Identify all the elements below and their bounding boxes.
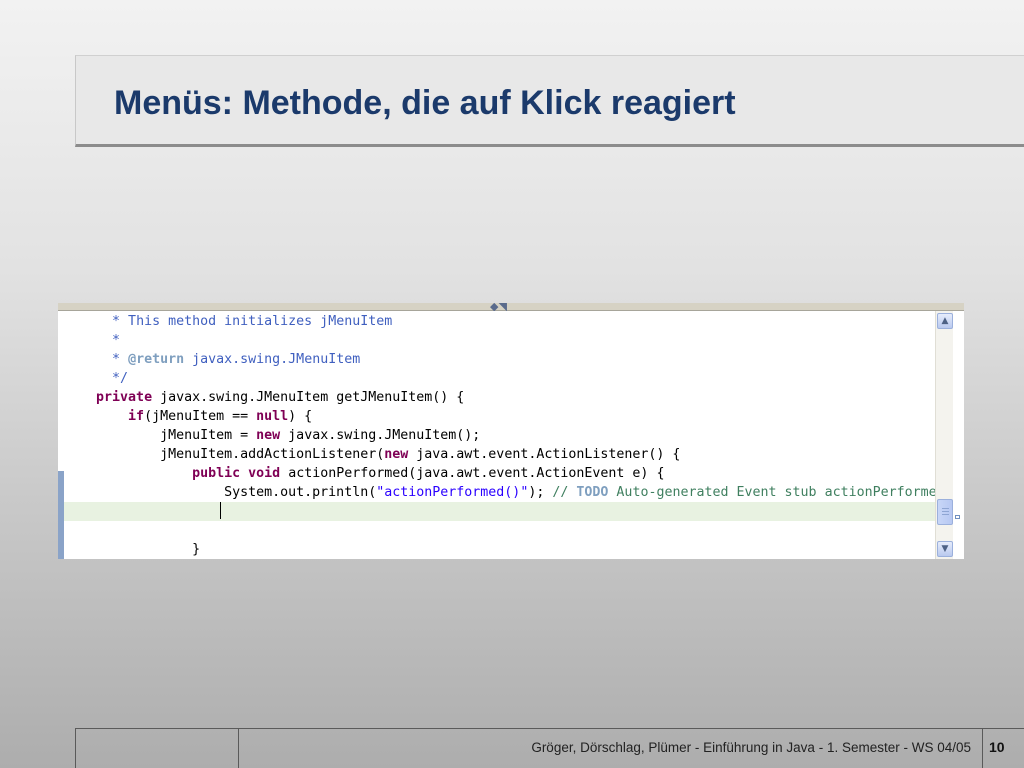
scroll-down-button[interactable]: ▼ bbox=[937, 541, 953, 557]
code-line[interactable]: if(jMenuItem == null) { bbox=[64, 407, 935, 426]
overview-ruler bbox=[953, 311, 964, 559]
code-token: if bbox=[128, 409, 145, 424]
footer-text: Gröger, Dörschlag, Plümer - Einführung i… bbox=[531, 740, 971, 755]
code-line[interactable]: System.out.println("actionPerformed()");… bbox=[64, 483, 935, 502]
code-area[interactable]: } System.out.println("actionPerformed()"… bbox=[64, 311, 935, 559]
code-line[interactable]: */ bbox=[64, 369, 935, 388]
chevron-down-icon: ▼ bbox=[941, 544, 949, 554]
code-token: javax.swing.JMenuItem getJMenuItem() { bbox=[152, 390, 465, 405]
code-token: * bbox=[112, 333, 121, 348]
code-token: java.awt.event.ActionListener() { bbox=[408, 447, 681, 462]
code-token: public bbox=[192, 466, 241, 481]
code-token: actionPerformed(java.awt.event.ActionEve… bbox=[280, 466, 665, 481]
code-line[interactable]: * bbox=[64, 331, 935, 350]
slide-title: Menüs: Methode, die auf Klick reagiert bbox=[114, 84, 736, 122]
vertical-scrollbar[interactable]: ▲ ▼ bbox=[935, 311, 954, 559]
footer-cell-main: Gröger, Dörschlag, Plümer - Einführung i… bbox=[239, 729, 983, 768]
text-caret bbox=[220, 502, 221, 519]
page-number: 10 bbox=[989, 739, 1005, 755]
code-token: new bbox=[384, 447, 409, 462]
code-token: ); bbox=[528, 485, 553, 500]
code-token: jMenuItem.addActionListener( bbox=[64, 447, 385, 462]
scroll-up-button[interactable]: ▲ bbox=[937, 313, 953, 329]
code-token: jMenuItem = bbox=[64, 428, 257, 443]
chevron-up-icon: ▲ bbox=[941, 316, 949, 326]
code-token: * This method initializes jMenuItem bbox=[112, 314, 393, 329]
code-editor-screenshot: ◆◥ } System.out.println("actionPerformed… bbox=[58, 303, 964, 559]
code-line[interactable]: public void actionPerformed(java.awt.eve… bbox=[64, 464, 935, 483]
ruler-marker[interactable] bbox=[955, 515, 960, 519]
code-line[interactable]: jMenuItem = new javax.swing.JMenuItem(); bbox=[64, 426, 935, 445]
thumb-grip bbox=[942, 511, 949, 512]
code-token: TODO bbox=[576, 485, 609, 500]
code-token: javax.swing.JMenuItem(); bbox=[280, 428, 481, 443]
code-token: } bbox=[64, 542, 201, 557]
code-token: // bbox=[552, 485, 577, 500]
thumb-grip bbox=[942, 508, 949, 509]
code-line[interactable]: private javax.swing.JMenuItem getJMenuIt… bbox=[64, 388, 935, 407]
code-token: null bbox=[256, 409, 289, 424]
code-line[interactable]: * @return javax.swing.JMenuItem bbox=[64, 350, 935, 369]
code-token: (jMenuItem == bbox=[144, 409, 257, 424]
code-line[interactable]: jMenuItem.addActionListener(new java.awt… bbox=[64, 445, 935, 464]
code-line[interactable] bbox=[64, 502, 935, 521]
editor-top-strip bbox=[58, 303, 964, 311]
code-line[interactable]: * This method initializes jMenuItem bbox=[64, 312, 935, 331]
code-token: private bbox=[96, 390, 153, 405]
footer-cell-left bbox=[76, 729, 239, 768]
code-token: void bbox=[248, 466, 281, 481]
code-token: Auto-generated Event stub actionPerforme… bbox=[608, 485, 935, 500]
code-token: */ bbox=[112, 371, 129, 386]
code-token: @return bbox=[128, 352, 185, 367]
code-line[interactable]: } bbox=[64, 540, 935, 559]
code-token: * bbox=[112, 352, 129, 367]
code-token: ) { bbox=[288, 409, 313, 424]
slide-title-box: Menüs: Methode, die auf Klick reagiert bbox=[75, 55, 1024, 147]
code-token: new bbox=[256, 428, 281, 443]
scroll-thumb[interactable] bbox=[937, 499, 953, 525]
code-line[interactable] bbox=[64, 521, 935, 540]
code-token: "actionPerformed()" bbox=[376, 485, 529, 500]
code-token: javax.swing.JMenuItem bbox=[184, 352, 361, 367]
slide-footer: Gröger, Dörschlag, Plümer - Einführung i… bbox=[75, 728, 1024, 768]
thumb-grip bbox=[942, 514, 949, 515]
code-token: System.out.println( bbox=[64, 485, 377, 500]
